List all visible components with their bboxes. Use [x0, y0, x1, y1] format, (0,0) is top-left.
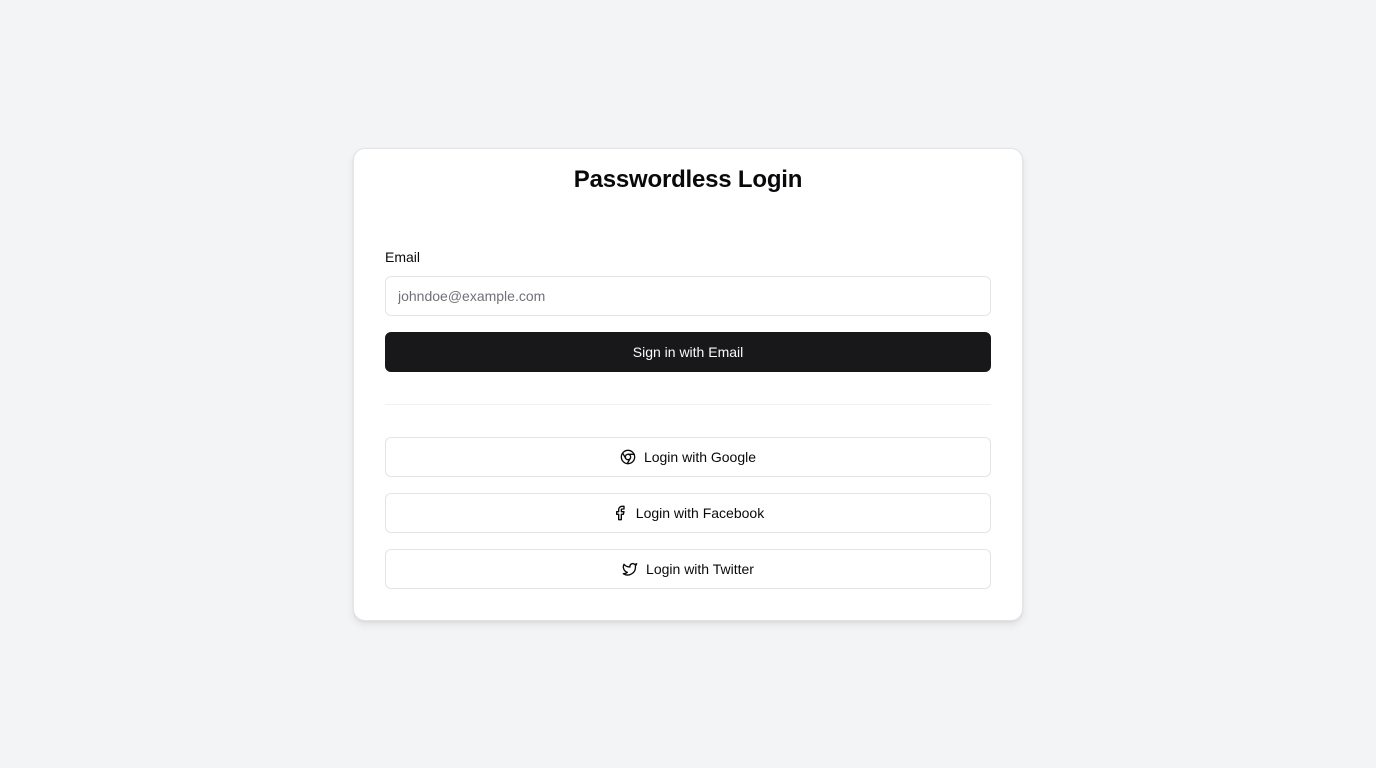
login-facebook-button[interactable]: Login with Facebook [385, 493, 991, 533]
login-card: Passwordless Login Email Sign in with Em… [353, 148, 1023, 621]
facebook-icon [612, 505, 628, 521]
divider [385, 404, 991, 405]
login-google-button[interactable]: Login with Google [385, 437, 991, 477]
login-twitter-button[interactable]: Login with Twitter [385, 549, 991, 589]
login-google-label: Login with Google [643, 449, 757, 465]
login-facebook-label: Login with Facebook [635, 505, 765, 521]
sign-in-email-button[interactable]: Sign in with Email [385, 332, 991, 372]
page-title: Passwordless Login [573, 166, 803, 193]
email-field[interactable] [385, 276, 991, 316]
login-twitter-label: Login with Twitter [646, 561, 754, 577]
twitter-icon [622, 561, 638, 577]
page: Passwordless Login Email Sign in with Em… [0, 0, 1376, 768]
email-label: Email [385, 249, 421, 265]
chrome-icon [620, 449, 636, 465]
